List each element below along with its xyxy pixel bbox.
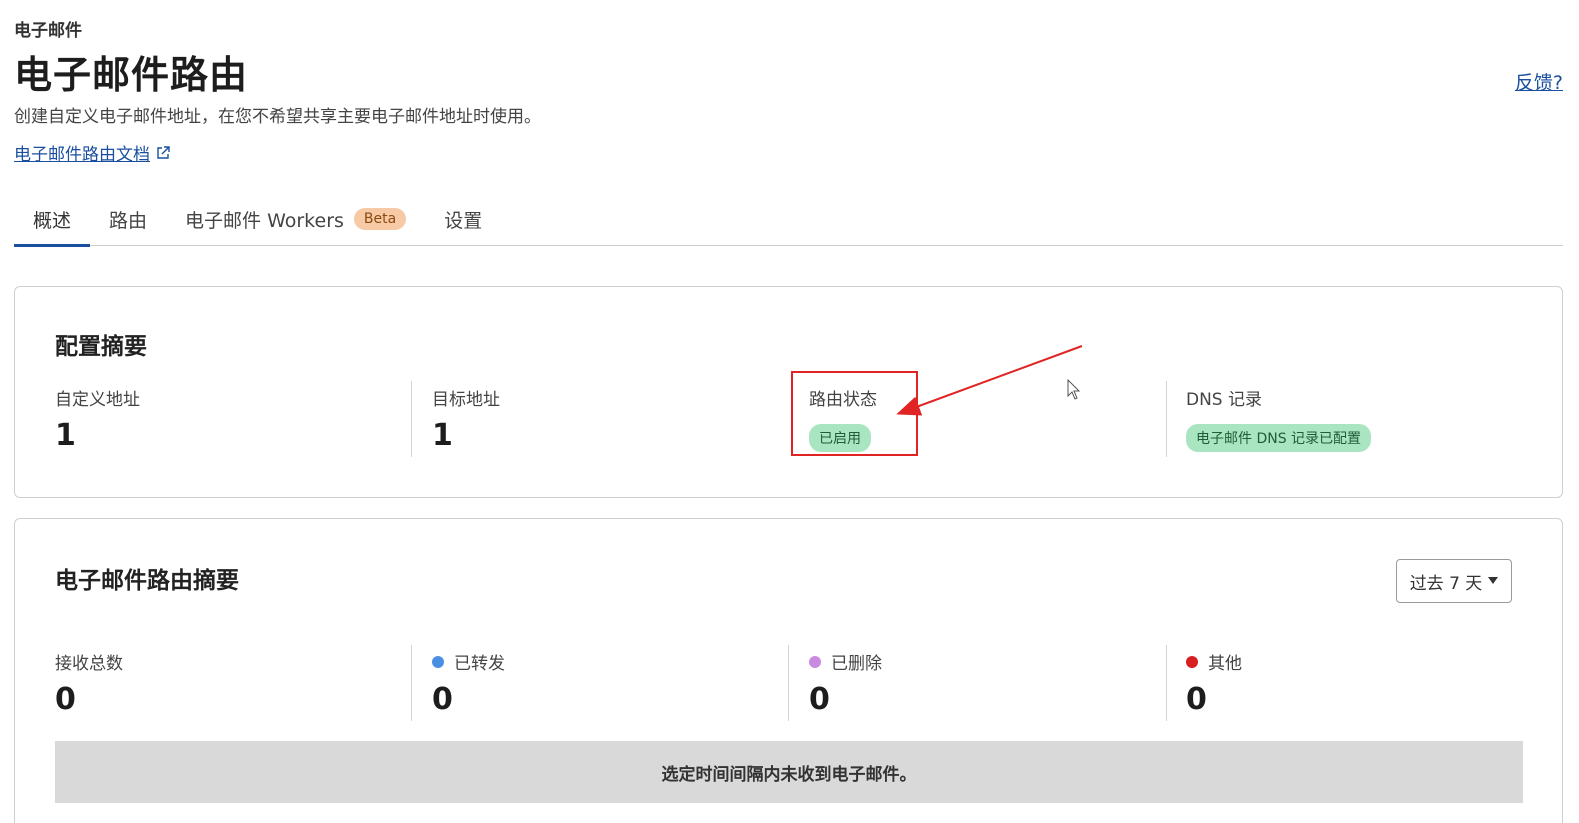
stat-label: 接收总数 xyxy=(55,654,123,674)
stat-label-row: 其他 xyxy=(1186,649,1563,674)
stat-value: 0 xyxy=(55,682,76,717)
stat-label: 其他 xyxy=(1208,654,1242,674)
page-title: 电子邮件路由 xyxy=(14,53,249,97)
stat-deleted: 已删除 0 xyxy=(809,649,1186,717)
stat-value: 1 xyxy=(432,418,453,453)
divider xyxy=(788,645,789,721)
stat-forwarded: 已转发 0 xyxy=(432,649,809,717)
docs-link-label: 电子邮件路由文档 xyxy=(14,145,150,165)
tab-bar: 概述 路由 电子邮件 Workers Beta 设置 xyxy=(14,192,1563,247)
stat-label: 已转发 xyxy=(454,654,505,674)
time-range-label: 过去 7 天 xyxy=(1409,573,1483,594)
status-badge-dns: 电子邮件 DNS 记录已配置 xyxy=(1186,424,1372,452)
annotation-highlight-box xyxy=(791,371,918,456)
divider xyxy=(1166,645,1167,721)
stat-label: 自定义地址 xyxy=(55,390,140,410)
page-description: 创建自定义电子邮件地址，在您不希望共享主要电子邮件地址时使用。 xyxy=(14,107,541,127)
tab-settings[interactable]: 设置 xyxy=(425,192,501,246)
tab-overview-label: 概述 xyxy=(33,209,72,232)
stat-label: 已删除 xyxy=(831,654,882,674)
other-dot-icon xyxy=(1186,655,1198,668)
stat-label-row: 已转发 xyxy=(432,649,809,674)
empty-state-banner: 选定时间间隔内未收到电子邮件。 xyxy=(55,741,1523,803)
tab-overview[interactable]: 概述 xyxy=(14,192,91,247)
divider xyxy=(411,381,412,457)
docs-link[interactable]: 电子邮件路由文档 xyxy=(14,140,170,165)
tab-routes-label: 路由 xyxy=(109,209,148,232)
feedback-link[interactable]: 反馈? xyxy=(1515,68,1563,95)
tab-email-workers[interactable]: 电子邮件 Workers Beta xyxy=(166,192,425,246)
deleted-dot-icon xyxy=(809,655,821,668)
config-summary-title: 配置摘要 xyxy=(55,334,147,360)
chevron-down-icon xyxy=(1488,577,1499,584)
breadcrumb: 电子邮件 xyxy=(14,21,82,41)
stat-other: 其他 0 xyxy=(1186,649,1563,717)
stat-value: 0 xyxy=(1186,682,1207,717)
tab-email-workers-label: 电子邮件 Workers xyxy=(185,209,344,232)
stat-custom-address: 自定义地址 1 xyxy=(55,385,432,453)
stat-value: 0 xyxy=(432,682,453,717)
stat-dns-records: DNS 记录 电子邮件 DNS 记录已配置 xyxy=(1186,385,1563,452)
routing-summary-card: 电子邮件路由摘要 过去 7 天 接收总数 0 已转发 0 已删除 0 其他 0 … xyxy=(14,518,1563,823)
stat-value: 1 xyxy=(55,418,76,453)
time-range-select[interactable]: 过去 7 天 xyxy=(1396,559,1512,603)
stat-value: 0 xyxy=(809,682,830,717)
stat-label: DNS 记录 xyxy=(1186,390,1263,410)
routing-summary-title: 电子邮件路由摘要 xyxy=(55,568,239,594)
tab-routes[interactable]: 路由 xyxy=(90,192,166,246)
divider xyxy=(411,645,412,721)
beta-badge: Beta xyxy=(353,208,407,230)
forwarded-dot-icon xyxy=(432,655,444,668)
stat-destination-address: 目标地址 1 xyxy=(432,385,809,453)
stat-total-received: 接收总数 0 xyxy=(55,649,432,717)
divider xyxy=(1166,381,1167,457)
config-summary-card: 配置摘要 自定义地址 1 目标地址 1 路由状态 已启用 DNS 记录 电子邮件… xyxy=(14,286,1563,498)
mouse-cursor-icon xyxy=(1067,379,1081,400)
external-link-icon xyxy=(157,145,170,159)
tab-settings-label: 设置 xyxy=(444,209,483,232)
stat-label-row: 已删除 xyxy=(809,649,1186,674)
stat-label: 目标地址 xyxy=(432,390,500,410)
